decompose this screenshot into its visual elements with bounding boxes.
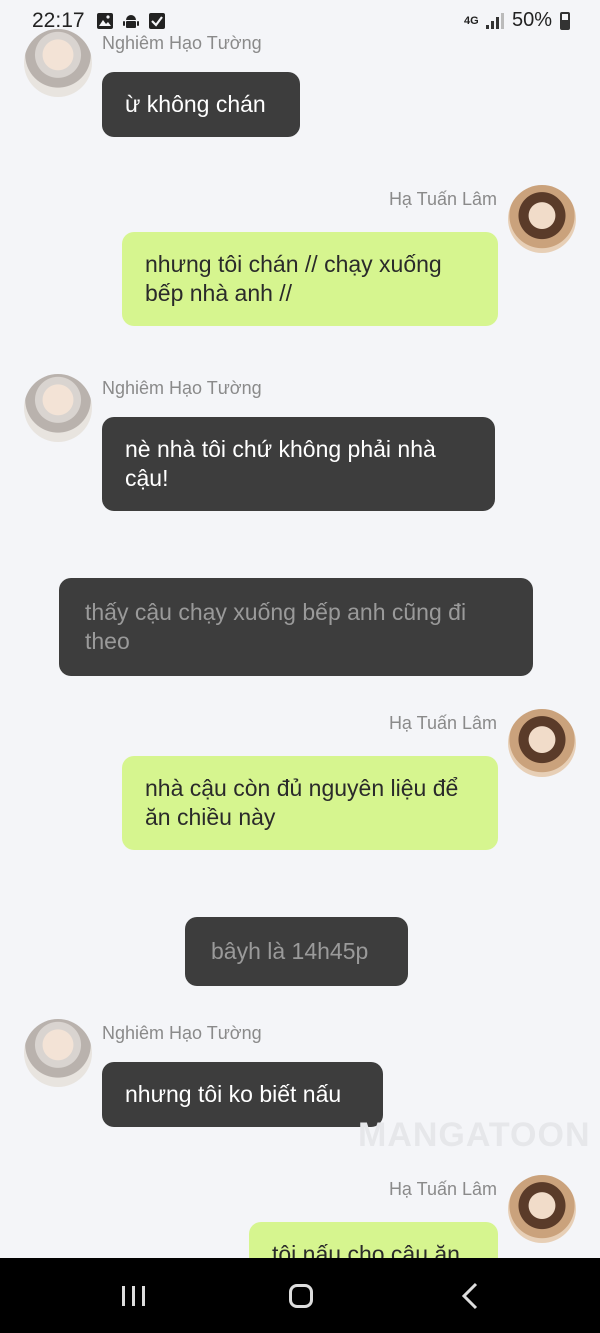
navigation-bar — [0, 1258, 600, 1333]
signal-icon — [485, 12, 504, 29]
message-bubble[interactable]: ừ không chán — [102, 72, 300, 137]
status-bar: 22:17 4G 50% — [0, 0, 600, 42]
avatar[interactable] — [508, 709, 576, 777]
status-time: 22:17 — [32, 9, 85, 32]
image-icon — [97, 13, 113, 29]
status-right: 4G 50% — [464, 9, 570, 32]
avatar[interactable] — [508, 185, 576, 253]
avatar[interactable] — [24, 1019, 92, 1087]
message-bubble[interactable]: nhưng tôi ko biết nấu — [102, 1062, 383, 1127]
home-icon[interactable] — [281, 1276, 321, 1316]
sender-name: Nghiêm Hạo Tường — [102, 378, 262, 398]
android-icon — [123, 15, 139, 28]
watermark: MANGATOON — [358, 1116, 591, 1154]
narration-bubble: thấy cậu chạy xuống bếp anh cũng đi theo — [59, 578, 533, 676]
back-icon[interactable] — [452, 1276, 492, 1316]
message-bubble[interactable]: nè nhà tôi chứ không phải nhà cậu! — [102, 417, 495, 511]
battery-percent: 50% — [511, 9, 552, 31]
sender-name: Hạ Tuấn Lâm — [388, 189, 497, 209]
chat-area: Nghiêm Hạo Tường ừ không chán Hạ Tuấn Lâ… — [0, 0, 600, 1258]
checkbox-icon — [149, 13, 165, 29]
narration-bubble: bâyh là 14h45p — [185, 917, 408, 986]
message-bubble[interactable]: tôi nấu cho cậu ăn — [249, 1222, 498, 1258]
sender-name: Hạ Tuấn Lâm — [388, 713, 497, 733]
avatar[interactable] — [24, 374, 92, 442]
message-bubble[interactable]: nhà cậu còn đủ nguyên liệu để ăn chiều n… — [122, 756, 498, 850]
recent-apps-icon[interactable] — [114, 1276, 154, 1316]
avatar[interactable] — [508, 1175, 576, 1243]
sender-name: Hạ Tuấn Lâm — [388, 1179, 497, 1199]
notification-icons — [96, 12, 166, 30]
sender-name: Nghiêm Hạo Tường — [102, 1023, 262, 1043]
battery-icon — [560, 11, 570, 30]
message-bubble[interactable]: nhưng tôi chán // chạy xuống bếp nhà anh… — [122, 232, 498, 326]
network-type: 4G — [463, 14, 479, 27]
